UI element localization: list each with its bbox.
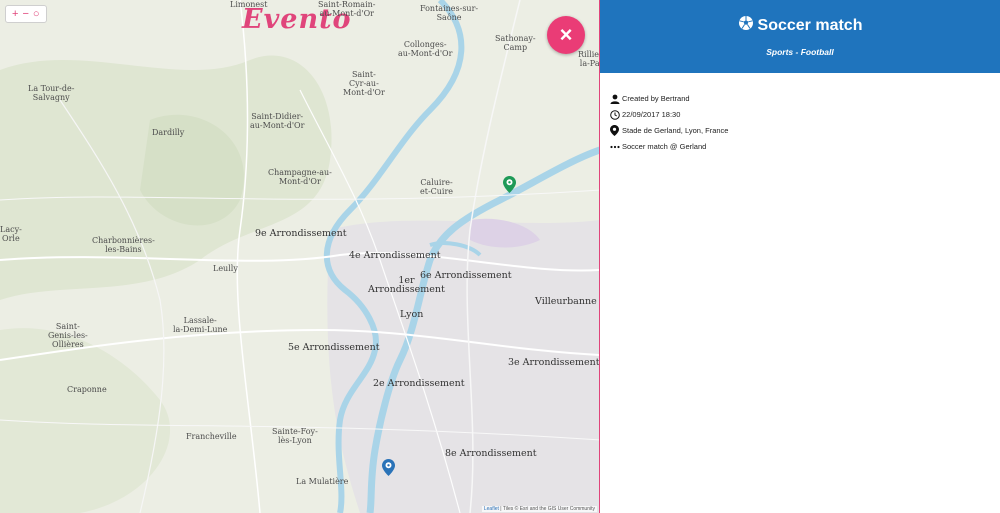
- place-rillieux: Rillieux- la-Pape: [578, 50, 600, 68]
- place-craponne: Craponne: [67, 385, 107, 394]
- place-mulatiere: La Mulatière: [296, 477, 349, 486]
- event-title: Soccer match: [600, 15, 1000, 36]
- event-title-text: Soccer match: [757, 16, 863, 34]
- place-lyon: Lyon: [400, 309, 424, 320]
- place-collonges: Collonges- au-Mont-d'Or: [398, 40, 453, 58]
- attribution-text: | Tiles © Esri and the GIS User Communit…: [498, 506, 595, 512]
- place-lacy: Lacy- Orle: [0, 225, 22, 243]
- place-arr9: 9e Arrondissement: [255, 228, 347, 239]
- place-sainte-foy: Sainte-Foy- lès-Lyon: [272, 427, 318, 445]
- leaflet-link[interactable]: Leaflet: [484, 506, 499, 512]
- datetime-text: 22/09/2017 18:30: [622, 110, 681, 119]
- place-saint-cyr: Saint- Cyr-au- Mont-d'Or: [343, 70, 385, 97]
- location-text: Stade de Gerland, Lyon, France: [622, 126, 729, 135]
- map-pin-icon: [609, 125, 620, 136]
- event-header: Soccer match Sports - Football: [600, 0, 1000, 73]
- map-zoom-controls: + − ○: [5, 5, 47, 23]
- event-detail-panel: Soccer match Sports - Football Created b…: [600, 0, 1000, 513]
- creator-row: Created by Bertrand: [609, 93, 991, 104]
- zoom-out-button[interactable]: −: [22, 8, 28, 20]
- description-row: Soccer match @ Gerland: [609, 141, 991, 152]
- place-arr4: 4e Arrondissement: [349, 250, 441, 261]
- soccer-ball-icon: [738, 15, 754, 36]
- map[interactable]: + − ○ Evento × Limonest Saint-Romain- au…: [0, 0, 600, 513]
- place-dardilly: Dardilly: [152, 128, 185, 137]
- event-marker-green[interactable]: [503, 176, 516, 193]
- place-arr6: 6e Arrondissement: [420, 270, 512, 281]
- place-limonest: Limonest: [230, 0, 268, 9]
- locate-button[interactable]: ○: [33, 8, 40, 20]
- place-arr5: 5e Arrondissement: [288, 342, 380, 353]
- place-tour-salvagny: La Tour-de- Salvagny: [28, 84, 75, 102]
- place-fontaines: Fontaines-sur- Saône: [420, 4, 479, 22]
- description-text: Soccer match @ Gerland: [622, 142, 707, 151]
- close-button[interactable]: ×: [547, 16, 585, 54]
- place-arr2: 2e Arrondissement: [373, 378, 465, 389]
- place-arr8: 8e Arrondissement: [445, 448, 537, 459]
- place-champagne: Champagne-au- Mont-d'Or: [268, 168, 332, 186]
- place-leully: Leully: [213, 264, 238, 273]
- ellipsis-icon: [609, 141, 620, 152]
- place-saint-genis: Saint- Genis-les- Ollières: [48, 322, 88, 349]
- clock-icon: [609, 109, 620, 120]
- place-saint-romain: Saint-Romain- au-Mont-d'Or: [318, 0, 376, 18]
- place-saint-didier: Saint-Didier- au-Mont-d'Or: [250, 112, 305, 130]
- place-caluire: Caluire- et-Cuire: [420, 178, 454, 196]
- creator-text: Created by Bertrand: [622, 94, 690, 103]
- place-arr3: 3e Arrondissement: [508, 357, 600, 368]
- location-row: Stade de Gerland, Lyon, France: [609, 125, 991, 136]
- place-villeurbanne: Villeurbanne: [535, 296, 597, 307]
- user-icon: [609, 93, 620, 104]
- event-details: Created by Bertrand 22/09/2017 18:30 Sta…: [600, 73, 1000, 177]
- place-francheville: Francheville: [186, 432, 237, 441]
- zoom-in-button[interactable]: +: [12, 8, 18, 20]
- place-lassale: Lassale- la-Demi-Lune: [173, 316, 228, 334]
- event-marker-blue[interactable]: [382, 459, 395, 476]
- event-category: Sports - Football: [766, 47, 834, 57]
- datetime-row: 22/09/2017 18:30: [609, 109, 991, 120]
- place-sathonay: Sathonay- Camp: [495, 34, 536, 52]
- map-attribution: Leaflet | Tiles © Esri and the GIS User …: [481, 506, 597, 512]
- place-charbonnieres: Charbonnières- les-Bains: [92, 236, 155, 254]
